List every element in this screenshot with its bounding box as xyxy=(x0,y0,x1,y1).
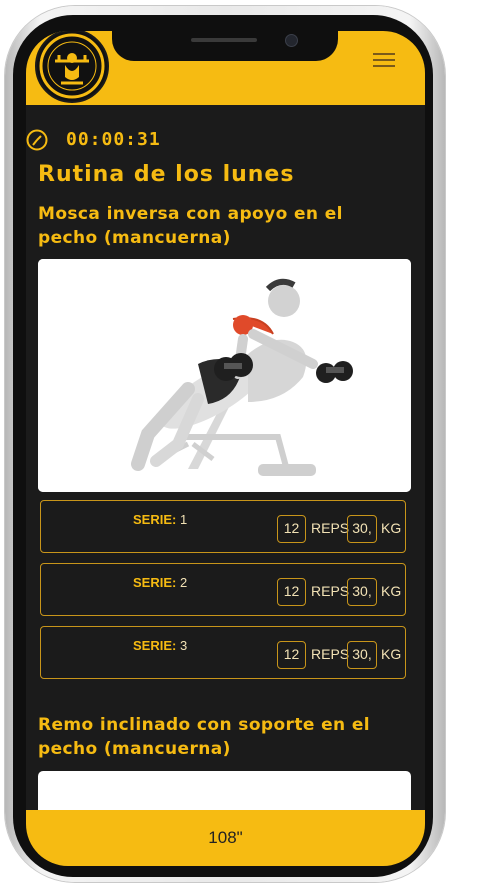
serie-label: SERIE: 2 xyxy=(133,575,188,590)
footer-duration: 108" xyxy=(208,828,243,847)
reps-unit: REPS xyxy=(311,583,350,599)
exercise-title: Remo inclinado con soporte en el pecho (… xyxy=(38,715,371,759)
series-row: SERIE: 1 12 REPS 30, KG xyxy=(40,500,406,553)
reps-unit: REPS xyxy=(311,646,350,662)
speaker-icon xyxy=(191,38,257,42)
weight-input[interactable]: 30, xyxy=(347,641,377,669)
reps-input[interactable]: 12 xyxy=(277,641,306,669)
weight-unit: KG xyxy=(381,646,402,662)
hamburger-icon[interactable] xyxy=(373,49,395,69)
series-row: SERIE: 3 12 REPS 30, KG xyxy=(40,626,406,679)
weight-unit: KG xyxy=(381,520,402,536)
timer: 00:00:31 xyxy=(26,129,425,153)
app-screen: 00:00:31 Rutina de los lunes Mosca inver… xyxy=(26,31,425,866)
app-footer: 108" xyxy=(26,810,425,866)
exercise-illustration-icon xyxy=(38,259,411,492)
phone-notch xyxy=(112,31,338,61)
serie-label: SERIE: 3 xyxy=(133,638,188,653)
exercise-title: Mosca inversa con apoyo en el pecho (man… xyxy=(38,204,343,248)
gym-logo-icon[interactable] xyxy=(35,31,109,103)
series-row: SERIE: 2 12 REPS 30, KG xyxy=(40,563,406,616)
reps-input[interactable]: 12 xyxy=(277,515,306,543)
serie-label: SERIE: 1 xyxy=(133,512,188,527)
camera-icon xyxy=(285,34,298,47)
app-header xyxy=(26,31,425,105)
weight-unit: KG xyxy=(381,583,402,599)
reps-input[interactable]: 12 xyxy=(277,578,306,606)
weight-input[interactable]: 30, xyxy=(347,578,377,606)
weight-input[interactable]: 30, xyxy=(347,515,377,543)
routine-title: Rutina de los lunes xyxy=(38,162,295,187)
reps-unit: REPS xyxy=(311,520,350,536)
timer-value: 00:00:31 xyxy=(66,129,161,150)
clock-icon xyxy=(26,129,48,151)
